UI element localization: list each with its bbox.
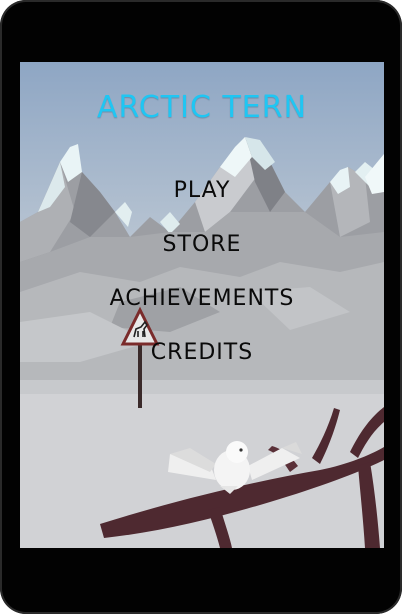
store-button[interactable]: STORE: [20, 228, 384, 282]
achievements-button[interactable]: ACHIEVEMENTS: [20, 282, 384, 336]
main-menu: PLAY STORE ACHIEVEMENTS CREDITS: [20, 174, 384, 390]
game-screen: ARCTIC TERN PLAY STORE ACHIEVEMENTS CRED…: [20, 62, 384, 548]
play-button[interactable]: PLAY: [20, 174, 384, 228]
game-title: ARCTIC TERN: [96, 90, 308, 125]
credits-button[interactable]: CREDITS: [20, 336, 384, 390]
device-frame: ARCTIC TERN PLAY STORE ACHIEVEMENTS CRED…: [0, 0, 402, 614]
